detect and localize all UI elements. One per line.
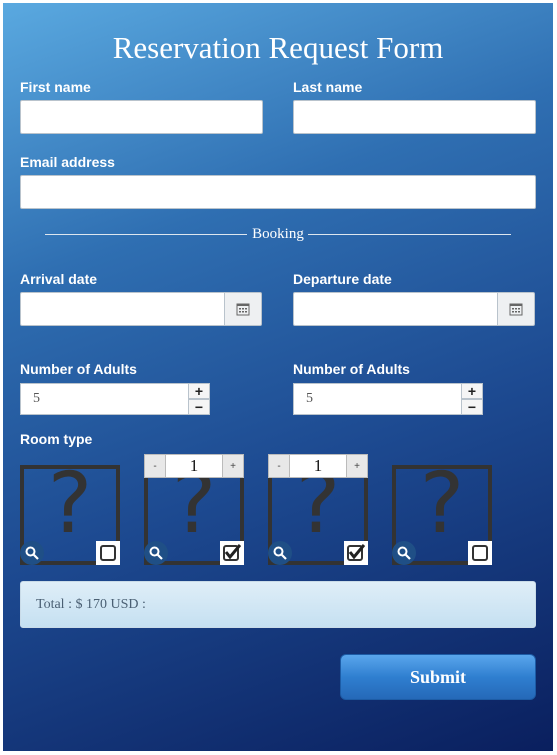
submit-button[interactable]: Submit [340,654,536,700]
form-title: Reservation Request Form [112,30,444,65]
section-divider-right [308,234,511,235]
room-image-placeholder: ? [419,454,465,552]
adults-right-increment-button[interactable]: + [461,383,483,399]
last-name-input[interactable] [293,100,536,134]
departure-date-input[interactable] [293,292,498,326]
room-3-qty-value[interactable]: 1 [290,454,346,478]
room-checkbox-unchecked[interactable] [96,541,120,565]
room-checkbox-checked[interactable] [344,541,368,565]
room-checkbox-checked[interactable] [220,541,244,565]
room-3-qty-increment[interactable]: + [346,454,368,478]
room-2-qty-increment[interactable]: + [222,454,244,478]
room-option-2[interactable]: ? [144,461,244,565]
room-2-qty-value[interactable]: 1 [166,454,222,478]
room-option-3[interactable]: ? [268,461,368,565]
room-option-4[interactable]: ? [392,461,492,565]
calendar-icon [509,303,523,316]
room-3-quantity: - 1 + [268,454,368,478]
adults-left-increment-button[interactable]: + [188,383,210,399]
adults-left-decrement-button[interactable]: − [188,399,210,415]
arrival-calendar-button[interactable] [224,292,262,326]
departure-date-label: Departure date [293,271,392,287]
zoom-icon[interactable] [20,541,44,565]
email-label: Email address [20,154,115,170]
room-3-qty-decrement[interactable]: - [268,454,290,478]
total-summary: Total : $ 170 USD : [20,581,536,628]
adults-right-label: Number of Adults [293,361,410,377]
arrival-date-input[interactable] [20,292,225,326]
arrival-date-label: Arrival date [20,271,98,287]
zoom-icon[interactable] [268,541,292,565]
first-name-input[interactable] [20,100,263,134]
last-name-label: Last name [293,79,363,95]
adults-left-input[interactable]: 5 [20,383,189,415]
zoom-icon[interactable] [392,541,416,565]
zoom-icon[interactable] [144,541,168,565]
room-image-placeholder: ? [47,454,93,552]
adults-right-input[interactable]: 5 [293,383,462,415]
calendar-icon [236,303,250,316]
room-option-1[interactable]: ? [20,461,120,565]
first-name-label: First name [20,79,91,95]
adults-left-label: Number of Adults [20,361,137,377]
departure-calendar-button[interactable] [497,292,535,326]
room-2-qty-decrement[interactable]: - [144,454,166,478]
adults-right-decrement-button[interactable]: − [461,399,483,415]
reservation-form: Reservation Request Form First name Last… [3,3,553,751]
room-checkbox-unchecked[interactable] [468,541,492,565]
email-input[interactable] [20,175,536,209]
room-2-quantity: - 1 + [144,454,244,478]
room-type-label: Room type [20,431,93,447]
